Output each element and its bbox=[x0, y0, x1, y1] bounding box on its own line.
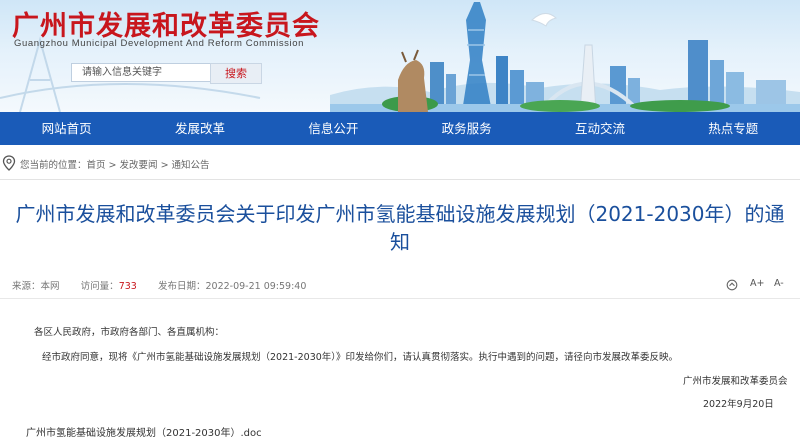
publish-date: 2022-09-21 09:59:40 bbox=[205, 281, 307, 292]
divider bbox=[0, 298, 800, 299]
nav-item-home[interactable]: 网站首页 bbox=[0, 112, 133, 145]
article-signature: 广州市发展和改革委员会 bbox=[683, 376, 788, 387]
nav-item-development-reform[interactable]: 发展改革 bbox=[133, 112, 266, 145]
source-label: 来源： bbox=[12, 281, 41, 292]
nav-item-info-disclosure[interactable]: 信息公开 bbox=[267, 112, 400, 145]
attachment-link[interactable]: 广州市氢能基础设施发展规划（2021-2030年）.doc bbox=[26, 424, 262, 439]
date-label: 发布日期： bbox=[157, 281, 206, 292]
breadcrumb-separator: > bbox=[157, 160, 172, 171]
share-icon[interactable] bbox=[726, 279, 738, 291]
font-increase-button[interactable]: A+ bbox=[750, 278, 764, 289]
divider bbox=[0, 179, 800, 180]
breadcrumb-item-news[interactable]: 发改要闻 bbox=[120, 160, 158, 171]
article-meta: 来源：本网 访问量：733 发布日期：2022-09-21 09:59:40 bbox=[12, 278, 306, 292]
nav-item-hot-topics[interactable]: 热点专题 bbox=[667, 112, 800, 145]
five-goats-statue-icon bbox=[398, 49, 428, 112]
font-decrease-button[interactable]: A- bbox=[774, 278, 784, 289]
canton-tower-icon bbox=[462, 2, 492, 112]
breadcrumb-prefix: 您当前的位置： bbox=[20, 160, 87, 171]
breadcrumb-separator: > bbox=[105, 160, 120, 171]
views-count: 733 bbox=[118, 281, 137, 292]
main-nav: 网站首页 发展改革 信息公开 政务服务 互动交流 热点专题 bbox=[0, 112, 800, 145]
article-title: 广州市发展和改革委员会关于印发广州市氢能基础设施发展规划（2021-2030年）… bbox=[15, 202, 785, 254]
site-subtitle: Guangzhou Municipal Development And Refo… bbox=[14, 38, 305, 49]
article-body: 经市政府同意，现将《广州市氢能基础设施发展规划（2021-2030年）》印发给你… bbox=[42, 352, 679, 363]
location-pin-icon bbox=[2, 155, 16, 171]
article-greeting: 各区人民政府，市政府各部门、各直属机构： bbox=[34, 327, 225, 338]
views-label: 访问量： bbox=[80, 281, 119, 292]
article-sign-date: 2022年9月20日 bbox=[703, 399, 774, 410]
header-banner: 广州市发展和改革委员会 Guangzhou Municipal Developm… bbox=[0, 0, 800, 112]
breadcrumb: 您当前的位置：首页 > 发改要闻 > 通知公告 bbox=[0, 154, 800, 172]
source-value: 本网 bbox=[40, 281, 60, 292]
breadcrumb-item-notices[interactable]: 通知公告 bbox=[172, 160, 210, 171]
search-button[interactable]: 搜索 bbox=[210, 63, 262, 84]
nav-item-interaction[interactable]: 互动交流 bbox=[533, 112, 666, 145]
search-input[interactable] bbox=[71, 63, 219, 82]
breadcrumb-item-home[interactable]: 首页 bbox=[87, 160, 106, 171]
dove-icon bbox=[530, 13, 558, 27]
nav-item-gov-services[interactable]: 政务服务 bbox=[400, 112, 533, 145]
